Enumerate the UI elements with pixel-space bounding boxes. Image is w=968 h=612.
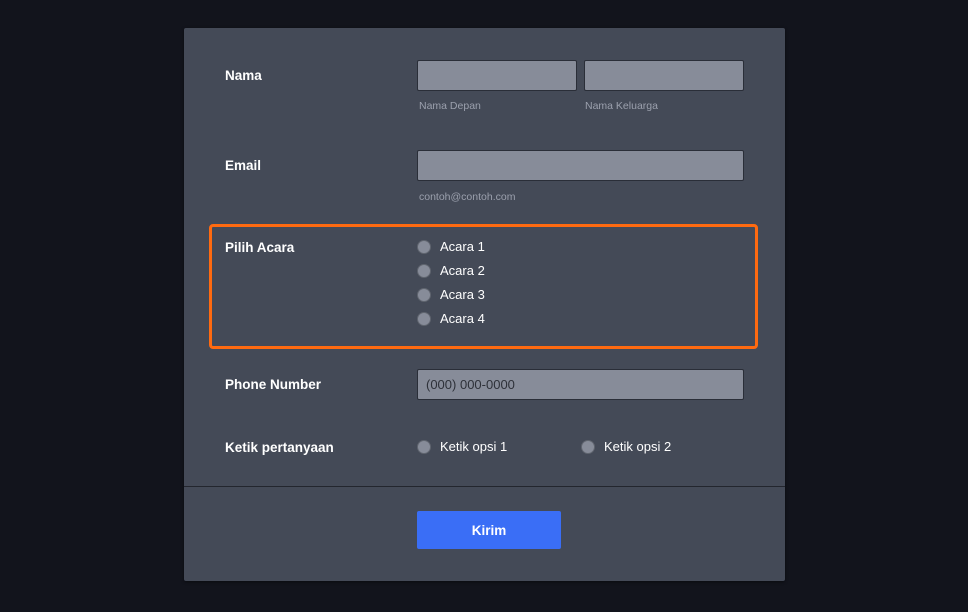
event-option-label: Acara 2 — [440, 263, 485, 278]
form-card: Nama Nama Depan Nama Keluarga Email cont… — [184, 28, 785, 581]
footer-divider — [184, 486, 785, 487]
question-label: Ketik pertanyaan — [225, 440, 334, 455]
phone-input[interactable] — [417, 369, 744, 400]
email-input[interactable] — [417, 150, 744, 181]
radio-button[interactable] — [417, 263, 431, 278]
event-option-label: Acara 4 — [440, 311, 485, 326]
radio-button[interactable] — [581, 439, 595, 454]
radio-button[interactable] — [417, 311, 431, 326]
event-option-3[interactable]: Acara 3 — [417, 287, 485, 302]
question-option-label: Ketik opsi 2 — [604, 439, 672, 454]
first-name-input[interactable] — [417, 60, 577, 91]
email-sublabel: contoh@contoh.com — [419, 191, 516, 203]
question-option-2[interactable]: Ketik opsi 2 — [581, 439, 671, 454]
last-name-sublabel: Nama Keluarga — [585, 100, 658, 112]
event-label: Pilih Acara — [225, 240, 295, 255]
name-label: Nama — [225, 68, 262, 83]
event-option-4[interactable]: Acara 4 — [417, 311, 485, 326]
phone-label: Phone Number — [225, 377, 322, 392]
email-label: Email — [225, 158, 262, 173]
question-option-label: Ketik opsi 1 — [440, 439, 508, 454]
question-option-1[interactable]: Ketik opsi 1 — [417, 439, 507, 454]
radio-button[interactable] — [417, 287, 431, 302]
event-option-label: Acara 3 — [440, 287, 485, 302]
event-option-label: Acara 1 — [440, 239, 485, 254]
last-name-input[interactable] — [584, 60, 744, 91]
submit-button[interactable]: Kirim — [417, 511, 561, 549]
event-option-2[interactable]: Acara 2 — [417, 263, 485, 278]
radio-button[interactable] — [417, 239, 431, 254]
radio-button[interactable] — [417, 439, 431, 454]
first-name-sublabel: Nama Depan — [419, 100, 481, 112]
event-option-1[interactable]: Acara 1 — [417, 239, 485, 254]
